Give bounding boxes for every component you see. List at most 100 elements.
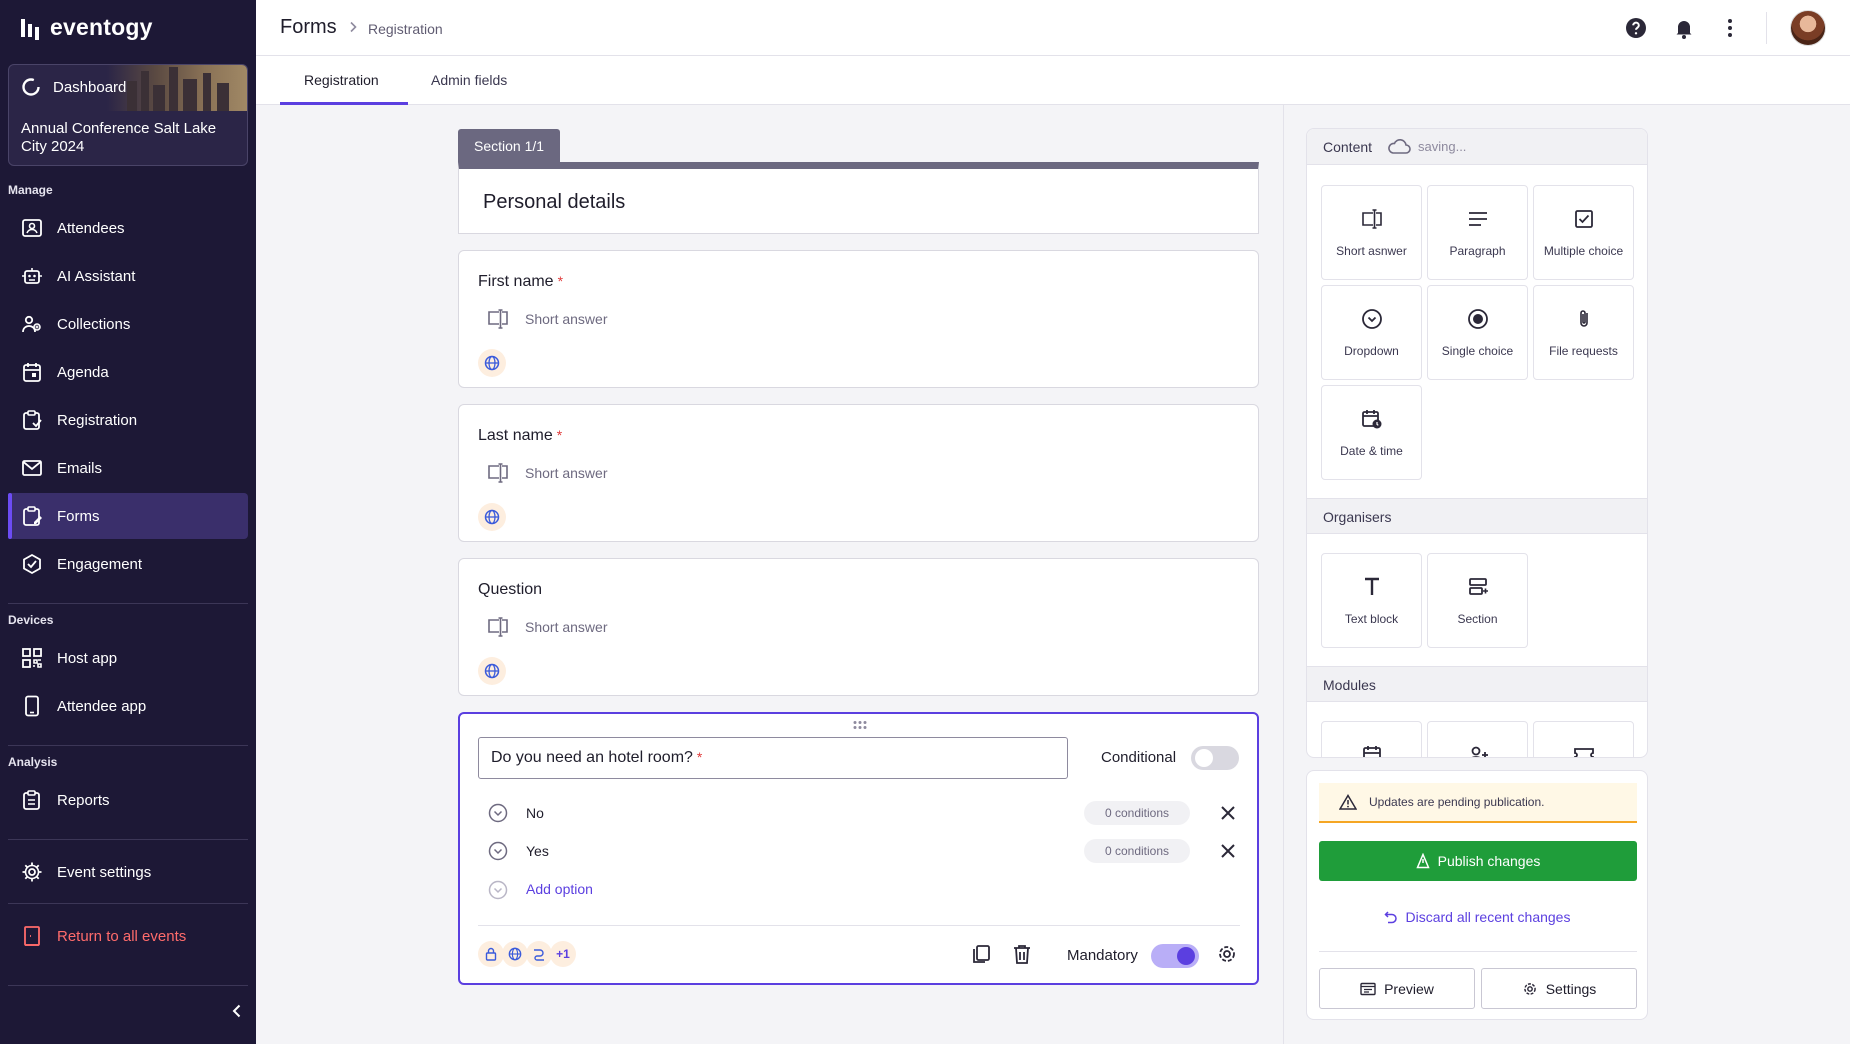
help-icon[interactable] [1624, 16, 1648, 40]
option-label[interactable]: No [526, 805, 544, 821]
question-card[interactable]: Last name * Short answer [458, 404, 1259, 542]
app-name: eventogy [50, 14, 153, 40]
sidebar-item-return-to-events[interactable]: Return to all events [8, 913, 248, 959]
card-divider [478, 925, 1240, 926]
avatar[interactable] [1790, 10, 1826, 46]
sidebar-item-forms[interactable]: Forms [8, 493, 248, 539]
section-title[interactable]: Personal details [483, 191, 625, 214]
required-marker: * [557, 273, 564, 289]
sidebar-item-attendee-app[interactable]: Attendee app [8, 683, 248, 729]
mandatory-toggle[interactable] [1151, 944, 1199, 968]
translation-badge[interactable] [478, 503, 506, 531]
page-title[interactable]: Forms [280, 16, 337, 39]
sidebar-item-label: Collections [57, 315, 131, 333]
sidebar-item-collections[interactable]: Collections [8, 301, 248, 347]
event-card[interactable]: Dashboard Annual Conference Salt Lake Ci… [8, 64, 248, 166]
translation-badge[interactable] [478, 349, 506, 377]
saving-status: saving... [1418, 139, 1467, 154]
tile-module[interactable] [1533, 721, 1634, 757]
duplicate-icon[interactable] [970, 943, 992, 965]
collapse-sidebar-icon[interactable] [228, 1002, 246, 1020]
bell-icon[interactable] [1672, 16, 1696, 40]
sidebar-item-event-settings[interactable]: Event settings [8, 849, 248, 895]
sidebar-item-host-app[interactable]: Host app [8, 635, 248, 681]
question-card[interactable]: First name * Short answer [458, 250, 1259, 388]
preview-button[interactable]: Preview [1319, 968, 1475, 1009]
tile-single-choice[interactable]: Single choice [1427, 285, 1528, 380]
sidebar-item-registration[interactable]: Registration [8, 397, 248, 443]
drag-handle-icon[interactable] [852, 720, 868, 730]
tab-registration[interactable]: Registration [304, 72, 379, 88]
dashboard-link[interactable]: Dashboard [21, 77, 126, 97]
option-label[interactable]: Yes [526, 843, 549, 859]
tile-short-answer[interactable]: Short asnwer [1321, 185, 1422, 280]
conditions-pill[interactable]: 0 conditions [1084, 801, 1190, 825]
paperclip-icon [1580, 310, 1588, 327]
warning-text: Updates are pending publication. [1369, 795, 1545, 809]
add-option-link[interactable]: Add option [526, 881, 593, 897]
question-card[interactable]: Question Short answer [458, 558, 1259, 696]
more-vertical-icon[interactable] [1718, 16, 1742, 40]
gear-icon [22, 862, 42, 882]
mandatory-label: Mandatory [1067, 947, 1138, 964]
tile-file-requests[interactable]: File requests [1533, 285, 1634, 380]
undo-icon [1383, 911, 1397, 924]
tile-module[interactable] [1321, 721, 1422, 757]
dropdown-icon [1362, 309, 1382, 329]
sidebar-item-agenda[interactable]: Agenda [8, 349, 248, 395]
tile-dropdown[interactable]: Dropdown [1321, 285, 1422, 380]
section-header-card[interactable]: Personal details [458, 162, 1259, 234]
question-title: First name * [478, 273, 564, 290]
toggle-knob [1177, 947, 1195, 965]
sidebar-item-reports[interactable]: Reports [8, 777, 248, 823]
trash-icon[interactable] [1011, 943, 1033, 965]
question-type: Short answer [487, 463, 607, 483]
globe-icon [484, 663, 500, 679]
sidebar-item-engagement[interactable]: Engagement [8, 541, 248, 587]
translation-badge[interactable] [502, 941, 528, 967]
close-icon[interactable] [1219, 842, 1237, 860]
publish-changes-button[interactable]: Publish changes [1319, 841, 1637, 881]
pending-warning: Updates are pending publication. [1319, 783, 1637, 823]
tab-admin-fields[interactable]: Admin fields [431, 72, 507, 88]
active-question-card[interactable]: Do you need an hotel room? * Conditional … [458, 712, 1259, 985]
lock-badge[interactable] [478, 941, 504, 967]
logic-badge[interactable] [526, 941, 552, 967]
app-logo[interactable]: eventogy [20, 14, 153, 41]
content-panel: Content saving... Short asnwer Paragraph… [1306, 128, 1648, 758]
calendar-icon [23, 363, 41, 382]
date-time-icon [1362, 410, 1382, 429]
option-row: Yes [488, 841, 549, 861]
sidebar-item-ai-assistant[interactable]: AI Assistant [8, 253, 248, 299]
gear-icon[interactable] [1216, 943, 1238, 965]
section-tab[interactable]: Section 1/1 [458, 129, 560, 162]
toggle-knob [1195, 749, 1213, 767]
tile-text-block[interactable]: Text block [1321, 553, 1422, 648]
sidebar-item-label: AI Assistant [57, 267, 136, 285]
header-divider [1766, 12, 1767, 44]
sidebar-item-label: Agenda [57, 363, 109, 381]
question-title-input[interactable]: Do you need an hotel room? * [478, 737, 1068, 779]
sidebar-item-emails[interactable]: Emails [8, 445, 248, 491]
conditional-label: Conditional [1101, 749, 1177, 766]
discard-changes-link[interactable]: Discard all recent changes [1307, 909, 1647, 925]
sidebar-item-attendees[interactable]: Attendees [8, 205, 248, 251]
question-type: Short answer [487, 309, 607, 329]
dropdown-option-icon [488, 880, 508, 900]
tile-paragraph[interactable]: Paragraph [1427, 185, 1528, 280]
person-icon [1415, 853, 1430, 869]
mail-icon [22, 460, 42, 476]
tile-multiple-choice[interactable]: Multiple choice [1533, 185, 1634, 280]
tile-date-time[interactable]: Date & time [1321, 385, 1422, 480]
close-icon[interactable] [1219, 804, 1237, 822]
translation-badge[interactable] [478, 657, 506, 685]
more-badges[interactable]: +1 [550, 941, 576, 967]
sidebar-item-label: Emails [57, 459, 103, 477]
tile-module[interactable] [1427, 721, 1528, 757]
conditional-toggle[interactable] [1191, 746, 1239, 770]
sidebar-divider [8, 903, 248, 904]
conditions-pill[interactable]: 0 conditions [1084, 839, 1190, 863]
route-icon [534, 949, 544, 961]
settings-button[interactable]: Settings [1481, 968, 1637, 1009]
tile-section[interactable]: Section [1427, 553, 1528, 648]
